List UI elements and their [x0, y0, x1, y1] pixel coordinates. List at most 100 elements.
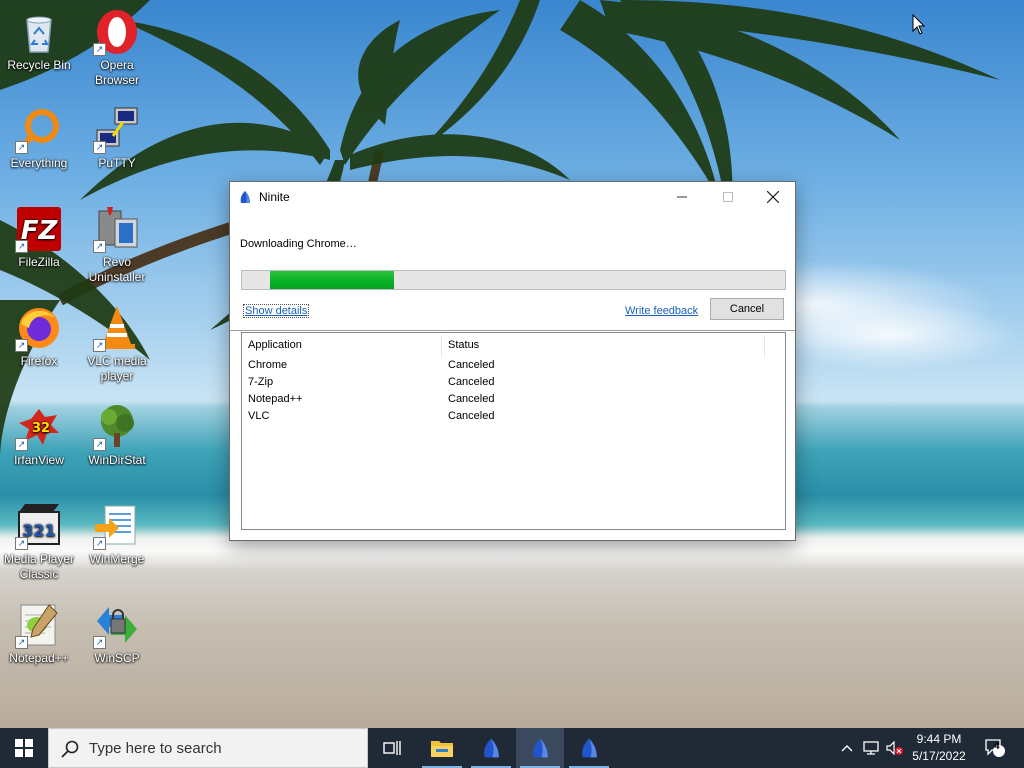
start-button[interactable] — [0, 728, 48, 768]
search-icon — [61, 740, 79, 758]
app-status: Canceled — [448, 393, 495, 405]
shortcut-arrow-icon: ↗ — [15, 339, 28, 352]
winscp-icon: ↗ — [93, 601, 141, 649]
shortcut-arrow-icon: ↗ — [93, 537, 106, 550]
shortcut-arrow-icon: ↗ — [93, 636, 106, 649]
desktop-icon-label: FileZilla — [18, 255, 60, 269]
column-divider[interactable] — [441, 335, 442, 357]
svg-text:32: 32 — [32, 421, 50, 436]
notepadpp-icon: ↗ — [15, 601, 63, 649]
recycle-bin-icon — [15, 8, 63, 56]
list-item[interactable]: Chrome Canceled — [242, 357, 785, 374]
desktop-icon-label: Notepad++ — [9, 651, 69, 665]
network-icon — [863, 741, 879, 755]
taskbar-search-box[interactable]: Type here to search — [48, 728, 368, 768]
shortcut-arrow-icon: ↗ — [93, 141, 106, 154]
desktop-icon-label: IrfanView — [14, 453, 64, 467]
close-button[interactable] — [750, 182, 796, 212]
search-placeholder: Type here to search — [89, 740, 222, 757]
taskbar: Type here to search 9:44 PM 5/17/2022 4 — [0, 728, 1024, 768]
list-item[interactable]: Notepad++ Canceled — [242, 391, 785, 408]
list-item[interactable]: 7-Zip Canceled — [242, 374, 785, 391]
app-status: Canceled — [448, 410, 495, 422]
desktop-icon-firefox[interactable]: ↗ Firefox — [0, 304, 78, 369]
desktop-icon-label: Revo Uninstaller — [88, 255, 146, 284]
list-header: Application Status — [242, 333, 785, 357]
shortcut-arrow-icon: ↗ — [15, 438, 28, 451]
shortcut-arrow-icon: ↗ — [93, 339, 106, 352]
desktop-icon-recycle-bin[interactable]: Recycle Bin — [0, 8, 78, 73]
opera-icon: ↗ — [93, 8, 141, 56]
title-bar[interactable]: Ninite — [230, 182, 795, 212]
ninite-app-icon — [238, 190, 252, 207]
maximize-button[interactable] — [705, 182, 751, 212]
desktop-icon-notepadpp[interactable]: ↗ Notepad++ — [0, 601, 78, 666]
ninite-window: Ninite Downloading Chrome… Show details … — [229, 181, 796, 541]
desktop-icon-everything[interactable]: ↗ Everything — [0, 106, 78, 171]
desktop-icon-label: PuTTY — [98, 156, 136, 170]
task-view-button[interactable] — [368, 728, 416, 768]
desktop-icon-label: WinSCP — [94, 651, 140, 665]
maximize-icon — [723, 192, 733, 202]
action-center-button[interactable]: 4 — [980, 728, 1010, 768]
shortcut-arrow-icon: ↗ — [15, 141, 28, 154]
desktop-icon-label: Recycle Bin — [7, 58, 71, 72]
desktop-icon-label: Media Player Classic — [3, 552, 75, 581]
shortcut-arrow-icon: ↗ — [93, 240, 106, 253]
desktop-icon-media-player-classic[interactable]: 321 ↗ Media Player Classic — [0, 502, 78, 582]
show-details-link[interactable]: Show details — [243, 304, 310, 318]
desktop-icon-label: Firefox — [20, 354, 58, 368]
progress-fill — [270, 271, 394, 289]
taskbar-ninite-2[interactable] — [516, 728, 564, 768]
putty-icon: ↗ — [93, 106, 141, 154]
shortcut-arrow-icon: ↗ — [93, 438, 106, 451]
everything-icon: ↗ — [15, 106, 63, 154]
desktop-icon-label: WinDirStat — [88, 453, 146, 467]
desktop-icon-irfanview[interactable]: 32 ↗ IrfanView — [0, 403, 78, 468]
mouse-cursor-icon — [912, 14, 926, 35]
minimize-button[interactable] — [659, 182, 705, 212]
column-divider[interactable] — [764, 335, 765, 357]
column-header-application[interactable]: Application — [248, 339, 302, 351]
application-list[interactable]: Application Status Chrome Canceled 7-Zip… — [241, 332, 786, 530]
close-icon — [767, 191, 779, 203]
app-name: VLC — [248, 410, 270, 422]
taskbar-clock[interactable]: 9:44 PM 5/17/2022 — [902, 731, 976, 765]
shortcut-arrow-icon: ↗ — [15, 537, 28, 550]
folder-icon — [431, 741, 453, 757]
desktop-icon-winscp[interactable]: ↗ WinSCP — [78, 601, 156, 666]
list-item[interactable]: VLC Canceled — [242, 408, 785, 425]
ninite-icon — [533, 738, 548, 758]
desktop-icon-label: WinMerge — [89, 552, 145, 566]
taskbar-file-explorer[interactable] — [418, 728, 466, 768]
notification-count-badge: 4 — [994, 741, 1000, 752]
desktop-icon-label: Everything — [10, 156, 68, 170]
desktop-icon-revo-uninstaller[interactable]: ↗ Revo Uninstaller — [78, 205, 156, 285]
chevron-up-icon — [841, 745, 853, 752]
filezilla-icon: FZ ↗ — [15, 205, 63, 253]
task-view-icon — [383, 741, 401, 755]
irfanview-icon: 32 ↗ — [15, 403, 63, 451]
taskbar-ninite-3[interactable] — [565, 728, 613, 768]
app-name: Chrome — [248, 359, 288, 371]
cancel-button[interactable]: Cancel — [710, 298, 784, 320]
app-name: 7-Zip — [248, 376, 274, 388]
window-title: Ninite — [259, 190, 290, 204]
desktop-icon-opera[interactable]: ↗ Opera Browser — [78, 8, 156, 88]
windirstat-icon: ↗ — [93, 403, 141, 451]
desktop-icon-vlc[interactable]: ↗ VLC media player — [78, 304, 156, 384]
column-header-status[interactable]: Status — [448, 339, 479, 351]
desktop-icon-winmerge[interactable]: ↗ WinMerge — [78, 502, 156, 567]
desktop-icon-filezilla[interactable]: FZ ↗ FileZilla — [0, 205, 78, 270]
show-hidden-icons-button[interactable] — [836, 728, 858, 768]
firefox-icon: ↗ — [15, 304, 63, 352]
network-status-button[interactable] — [860, 728, 882, 768]
desktop-icon-putty[interactable]: ↗ PuTTY — [78, 106, 156, 171]
minimize-icon — [677, 196, 687, 198]
separator — [230, 330, 795, 331]
taskbar-ninite-1[interactable] — [467, 728, 515, 768]
shortcut-arrow-icon: ↗ — [93, 43, 106, 56]
app-status: Canceled — [448, 359, 495, 371]
desktop-icon-windirstat[interactable]: ↗ WinDirStat — [78, 403, 156, 468]
write-feedback-link[interactable]: Write feedback — [625, 305, 698, 317]
